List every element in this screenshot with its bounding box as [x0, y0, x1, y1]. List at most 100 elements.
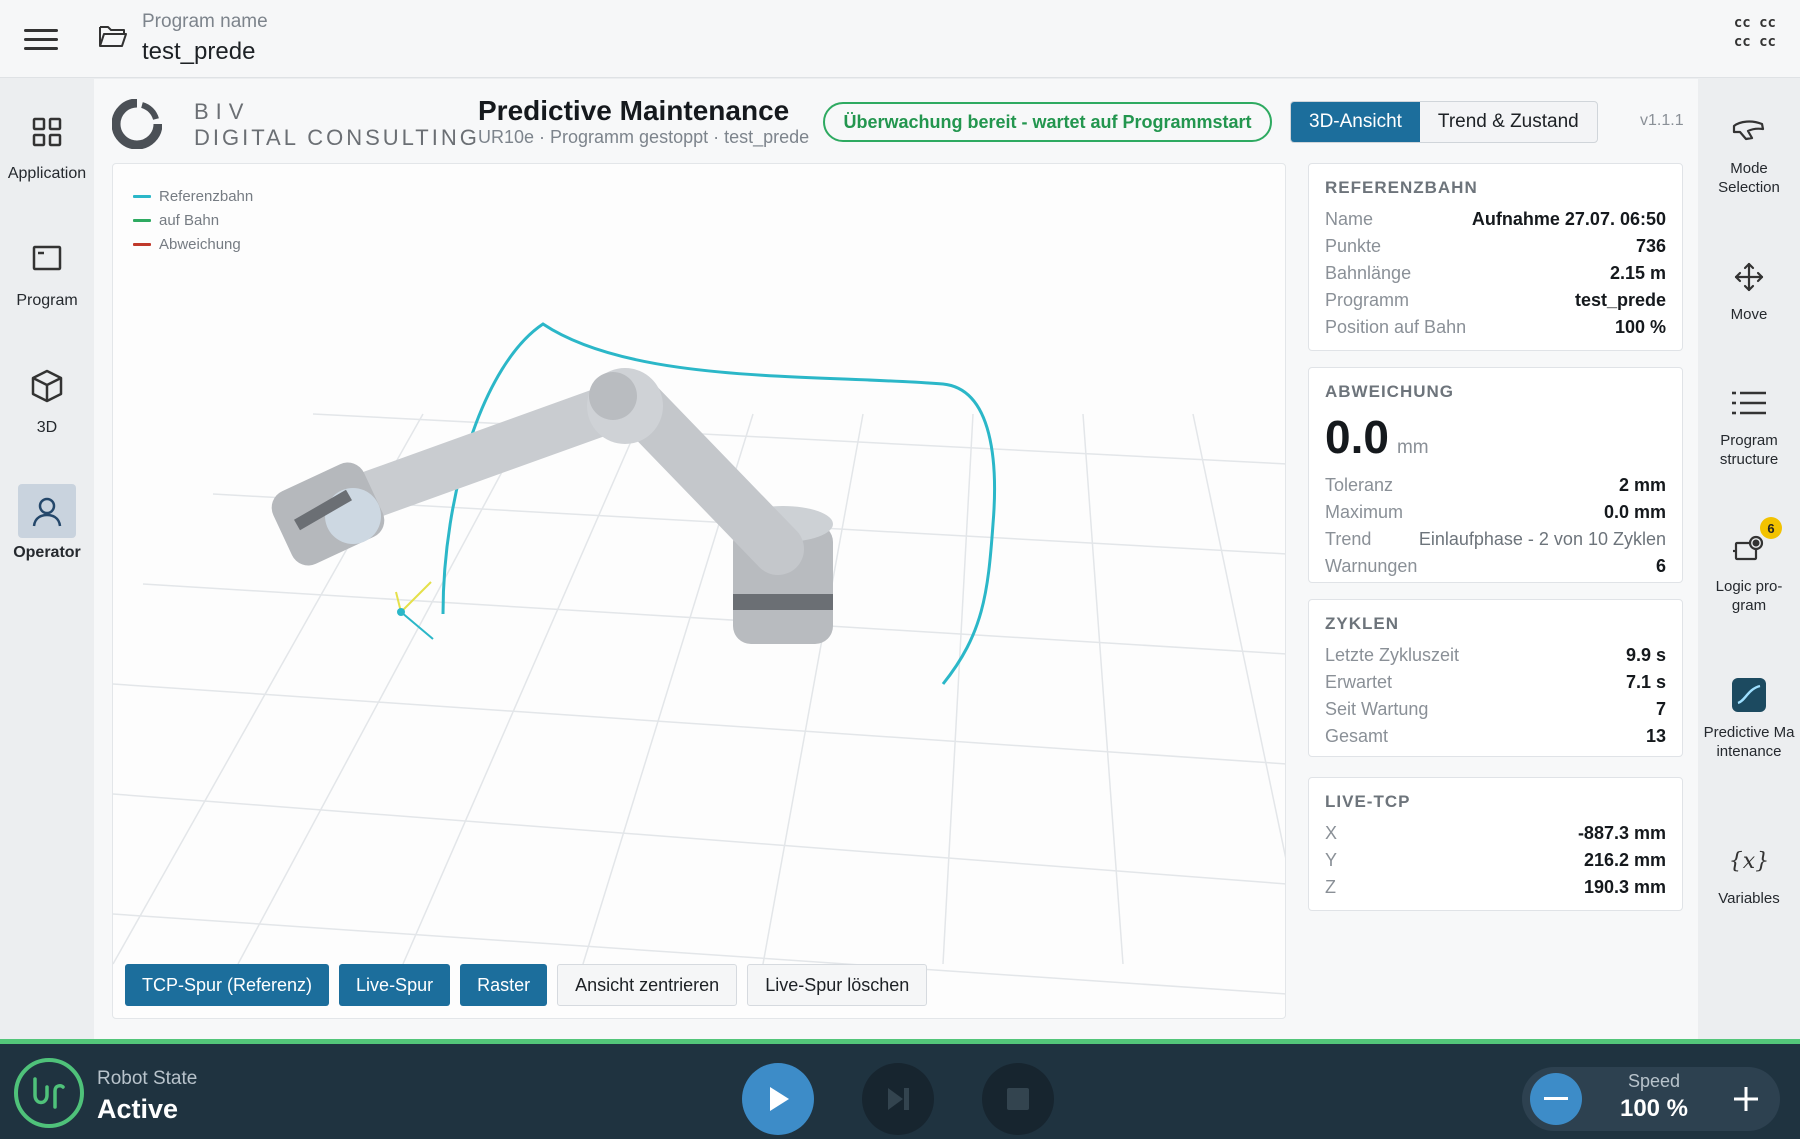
raster-button[interactable]: Raster: [460, 964, 548, 1006]
kv-value: 7.1 s: [1625, 672, 1666, 692]
kv-value: 7: [1655, 699, 1666, 719]
deviation-value: 0.0: [1325, 411, 1389, 463]
nav-3d[interactable]: 3D: [0, 359, 94, 437]
cc-icon[interactable]: cc cc cc cc: [1734, 14, 1776, 52]
stop-button[interactable]: [982, 1063, 1054, 1135]
kv-row: Y 216.2 mm: [1325, 847, 1666, 874]
logo-line1: BIV: [194, 99, 251, 124]
kv-row: Gesamt 13: [1325, 723, 1666, 750]
live-spur-loeschen-button[interactable]: Live-Spur löschen: [747, 964, 928, 1006]
variables-icon: {x}: [1728, 848, 1770, 874]
kv-key: Warnungen: [1325, 556, 1418, 576]
user-icon: [18, 484, 76, 538]
minus-icon: [1544, 1097, 1568, 1100]
nav-logic-program[interactable]: 6 Logic pro-gram: [1698, 517, 1800, 615]
program-name-label: Program name: [142, 11, 268, 32]
3d-viewport[interactable]: Referenzbahn auf Bahn Abweichung TCP-Spu…: [112, 163, 1286, 1019]
speed-value: 100 %: [1619, 1095, 1689, 1122]
view-tabs: 3D-Ansicht Trend & Zustand: [1290, 101, 1598, 143]
predictive-maintenance-icon: [1698, 673, 1800, 717]
kv-row: Bahnlänge 2.15 m: [1325, 260, 1666, 287]
play-button[interactable]: [742, 1063, 814, 1135]
kv-key: Bahnlänge: [1325, 263, 1412, 283]
top-bar: Program name test_prede cc cc cc cc: [0, 0, 1800, 78]
list-icon: [1698, 381, 1800, 425]
card-live-tcp: LIVE-TCP X -887.3 mm Y 216.2 mm Z 190.3 mm: [1308, 777, 1683, 911]
step-button[interactable]: [862, 1063, 934, 1135]
kv-key: Programm: [1325, 290, 1410, 310]
viewport-legend: Referenzbahn auf Bahn Abweichung: [133, 184, 253, 256]
folder-open-icon[interactable]: [98, 22, 128, 50]
legend-item: auf Bahn: [133, 208, 253, 232]
nav-mode-selection-label: Mode Selection: [1718, 160, 1780, 196]
grid-icon: [18, 105, 76, 159]
bottom-bar: Robot State Active Speed 100 %: [0, 1039, 1800, 1139]
kv-value: Einlaufphase - 2 von 10 Zyklen: [1418, 529, 1666, 549]
right-navigation: Mode Selection Move Program structure 6 …: [1698, 79, 1800, 1043]
kv-key: Toleranz: [1325, 475, 1394, 495]
nav-program-label: Program: [16, 292, 78, 309]
kv-value: 2.15 m: [1609, 263, 1666, 283]
nav-predictive-maintenance[interactable]: Predictive Maintenance: [1698, 673, 1800, 761]
kv-row: Punkte 736: [1325, 233, 1666, 260]
step-forward-icon: [888, 1088, 909, 1110]
hand-icon: [1698, 109, 1800, 153]
menu-icon[interactable]: [24, 22, 58, 56]
left-navigation: Application Program 3D Operator: [0, 79, 94, 1043]
robot-state-value: Active: [97, 1094, 179, 1124]
legend-swatch-green: [133, 218, 151, 222]
tcp-spur-referenz-button[interactable]: TCP-Spur (Referenz): [125, 964, 330, 1006]
ansicht-zentrieren-button[interactable]: Ansicht zentrieren: [557, 964, 738, 1006]
card-title: ZYKLEN: [1325, 614, 1399, 633]
nav-move-label: Move: [1730, 306, 1768, 323]
legend-item: Referenzbahn: [133, 184, 253, 208]
nav-mode-selection[interactable]: Mode Selection: [1698, 109, 1800, 197]
nav-application[interactable]: Application: [0, 105, 94, 183]
kv-key: Letzte Zykluszeit: [1325, 645, 1460, 665]
speed-control: Speed 100 %: [1522, 1067, 1780, 1131]
nav-move[interactable]: Move: [1698, 255, 1800, 324]
kv-row: Warnungen 6: [1325, 553, 1666, 580]
kv-row: Name Aufnahme 27.07. 06:50: [1325, 206, 1666, 233]
robot-arm: [271, 368, 833, 644]
card-zyklen: ZYKLEN Letzte Zykluszeit 9.9 s Erwartet 7.…: [1308, 599, 1683, 757]
card-title: LIVE-TCP: [1325, 792, 1411, 811]
kv-row: Toleranz 2 mm: [1325, 472, 1666, 499]
nav-program-structure[interactable]: Program structure: [1698, 381, 1800, 469]
nav-variables-label: Variables: [1718, 890, 1780, 907]
nav-predictive-maintenance-label: Predictive Maintenance: [1703, 724, 1795, 760]
kv-key: X: [1325, 823, 1338, 843]
page-subtitle: UR10e · Programm gestoppt · test_prede: [478, 127, 810, 147]
nav-operator[interactable]: Operator: [0, 484, 94, 562]
kv-key: Z: [1325, 877, 1336, 897]
kv-key: Position auf Bahn: [1325, 317, 1467, 337]
legend-label: Referenzbahn: [159, 187, 254, 205]
program-name-value[interactable]: test_prede: [142, 38, 255, 66]
speed-increase-button[interactable]: [1720, 1073, 1772, 1125]
legend-label: auf Bahn: [159, 211, 220, 229]
kv-row: Z 190.3 mm: [1325, 874, 1666, 901]
kv-row: Trend Einlaufphase - 2 von 10 Zyklen: [1325, 526, 1666, 553]
tab-trend-zustand[interactable]: Trend & Zustand: [1420, 102, 1597, 142]
tab-3d-ansicht[interactable]: 3D-Ansicht: [1291, 102, 1420, 142]
kv-value: 6: [1655, 556, 1666, 576]
card-title: REFERENZBAHN: [1325, 178, 1478, 197]
kv-value: test_prede: [1574, 290, 1666, 310]
nav-variables[interactable]: {x} Variables: [1698, 839, 1800, 908]
speed-decrease-button[interactable]: [1530, 1073, 1582, 1125]
kv-row: Erwartet 7.1 s: [1325, 669, 1666, 696]
3d-scene[interactable]: [113, 164, 1286, 1019]
kv-key: Gesamt: [1325, 726, 1389, 746]
biv-logo: BIV DIGITAL CONSULTING: [112, 97, 477, 153]
move-arrows-icon: [1698, 255, 1800, 299]
plus-icon: [1734, 1087, 1758, 1111]
live-spur-button[interactable]: Live-Spur: [339, 964, 451, 1006]
nav-program[interactable]: Program: [0, 232, 94, 310]
kv-row: Programm test_prede: [1325, 287, 1666, 314]
kv-value: 0.0 mm: [1603, 502, 1666, 522]
page-title: Predictive Maintenance: [478, 95, 790, 126]
ur-logo: [14, 1058, 84, 1128]
nav-application-label: Application: [7, 165, 87, 182]
kv-value: Aufnahme 27.07. 06:50: [1471, 209, 1666, 229]
kv-value: 2 mm: [1618, 475, 1666, 495]
